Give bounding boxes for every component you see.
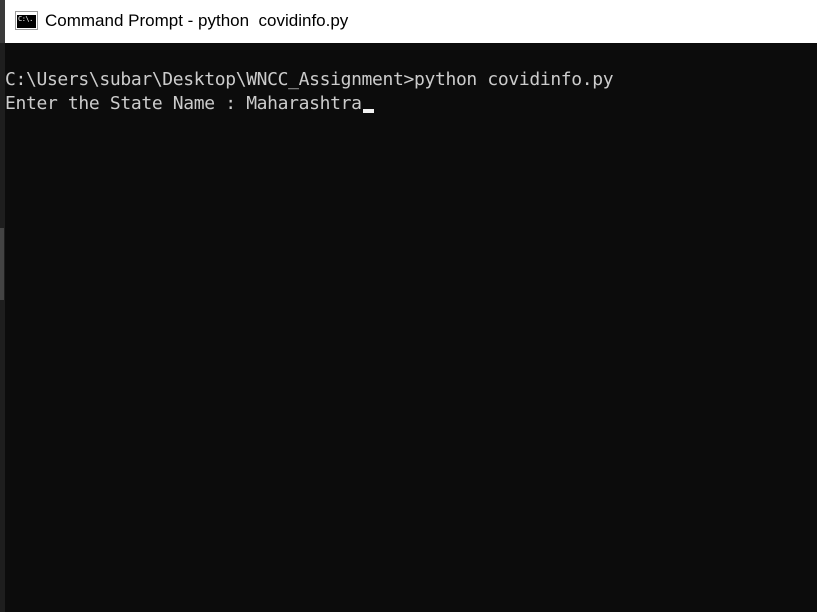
command-prompt-window: C:\. Command Prompt - python covidinfo.p… bbox=[0, 0, 817, 612]
console-line-input-text: Enter the State Name : Maharashtra bbox=[5, 93, 362, 114]
left-edge-marker bbox=[0, 228, 4, 300]
console-line-input[interactable]: Enter the State Name : Maharashtra bbox=[5, 92, 374, 116]
window-title: Command Prompt - python covidinfo.py bbox=[45, 11, 349, 30]
console-line-command: C:\Users\subar\Desktop\WNCC_Assignment>p… bbox=[5, 68, 614, 92]
console-output[interactable]: C:\Users\subar\Desktop\WNCC_Assignment>p… bbox=[5, 43, 817, 612]
cmd-icon[interactable]: C:\. bbox=[15, 11, 38, 30]
cmd-icon-text: C:\. bbox=[18, 15, 33, 23]
title-bar[interactable]: C:\. Command Prompt - python covidinfo.p… bbox=[0, 0, 817, 43]
title-bar-edge bbox=[0, 0, 5, 43]
text-cursor bbox=[362, 109, 374, 113]
console-line-command-text: C:\Users\subar\Desktop\WNCC_Assignment>p… bbox=[5, 69, 614, 90]
